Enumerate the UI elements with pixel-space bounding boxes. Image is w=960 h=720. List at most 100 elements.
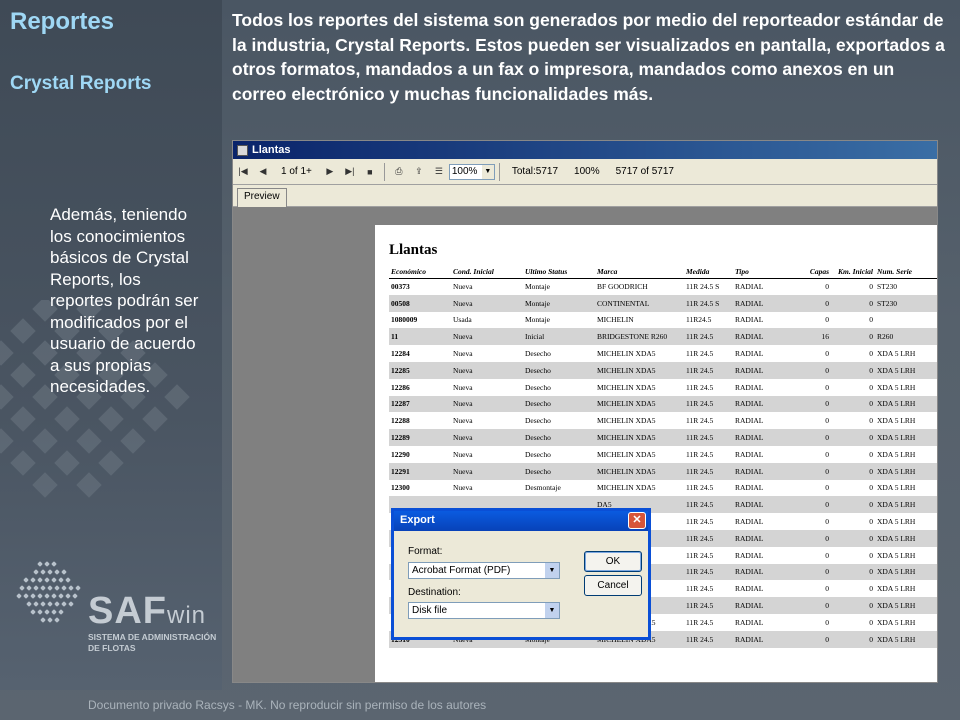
total-records: Total:5717 [511, 166, 559, 177]
ok-button[interactable]: OK [584, 551, 642, 572]
logo-dot [30, 577, 36, 583]
table-cell: 0 [825, 282, 829, 292]
report-title: Llantas [389, 242, 438, 258]
logo-dot [40, 585, 46, 591]
chevron-down-icon: ▼ [481, 164, 494, 179]
table-cell: 12285 [389, 361, 451, 379]
slide-title: Reportes [10, 8, 115, 35]
table-cell: RADIAL [735, 483, 764, 493]
logo-dot [37, 593, 43, 599]
table-cell: 0 [831, 361, 875, 379]
table-cell: 11R 24.5 [684, 529, 733, 547]
table-cell: Nueva [453, 349, 473, 359]
table-cell: 12286 [391, 382, 410, 392]
table-cell: XDA 5 LRH [875, 597, 937, 614]
table-cell: 0 [831, 630, 875, 648]
table-cell: ST230 [877, 282, 898, 292]
logo-dot [44, 577, 50, 583]
table-cell: XDA 5 LRH [877, 416, 916, 426]
table-cell: XDA 5 LRH [877, 517, 916, 527]
close-icon[interactable]: ✕ [628, 512, 646, 529]
table-cell: XDA 5 LRH [875, 462, 937, 480]
logo-dot [19, 585, 25, 591]
table-cell: Nueva [451, 462, 523, 480]
zoom-select[interactable]: 100% ▼ [448, 163, 495, 180]
logo-dot [65, 577, 71, 583]
logo-dot [30, 593, 36, 599]
table-cell: Nueva [451, 395, 523, 413]
report-toolbar: |◀ ◀ 1 of 1+ ▶ ▶| ■ ⎙ ⇪ ☰ 100% ▼ Total:5… [233, 159, 937, 185]
table-cell [875, 312, 937, 329]
table-cell: Montaje [525, 282, 550, 292]
destination-select[interactable]: Disk file ▼ [408, 602, 560, 619]
logo-dot [40, 569, 46, 575]
cancel-button[interactable]: Cancel [584, 575, 642, 596]
table-cell: XDA 5 LRH [875, 529, 937, 547]
table-cell: 0 [831, 462, 875, 480]
chevron-down-icon: ▼ [545, 603, 559, 618]
logo-dot [54, 617, 60, 623]
logo-dot [61, 585, 67, 591]
chevron-down-icon: ▼ [545, 563, 559, 578]
table-cell: 00508 [389, 294, 451, 312]
previous-page-icon[interactable]: ◀ [253, 162, 273, 182]
logo-dot [23, 577, 29, 583]
table-cell: Desecho [525, 349, 551, 359]
logo-dot [37, 577, 43, 583]
table-cell: 0 [796, 563, 831, 581]
logo-dot [40, 601, 46, 607]
next-page-icon[interactable]: ▶ [320, 162, 340, 182]
table-cell: 0 [825, 449, 829, 459]
table-cell: RADIAL [735, 382, 764, 392]
logo-dot [68, 585, 74, 591]
format-select[interactable]: Acrobat Format (PDF) ▼ [408, 562, 560, 579]
table-cell: 0 [869, 315, 873, 325]
table-cell: 0 [796, 361, 831, 379]
logo-dot [51, 609, 57, 615]
group-tree-icon[interactable]: ☰ [429, 162, 449, 182]
table-cell: RADIAL [735, 349, 764, 359]
table-cell: 11R 24.5 S [684, 294, 733, 312]
table-cell: XDA 5 LRH [877, 483, 916, 493]
table-cell: MICHELIN XDA5 [597, 449, 656, 459]
logo-dot [26, 601, 32, 607]
table-cell: 1080009 [391, 315, 418, 325]
table-row: 1080009 Usada Montaje MICHELIN 11R24.5 RADIAL… [389, 312, 937, 329]
first-page-icon[interactable]: |◀ [233, 162, 253, 182]
table-cell: RADIAL [733, 496, 796, 514]
logo-dot [16, 593, 22, 599]
table-cell: 16 [796, 328, 831, 346]
table-cell: Desecho [525, 382, 551, 392]
destination-label: Destination: [408, 587, 461, 598]
table-cell: RADIAL [733, 563, 796, 581]
stop-icon[interactable]: ■ [360, 162, 380, 182]
table-cell: 0 [869, 617, 873, 627]
table-cell: XDA 5 LRH [877, 584, 916, 594]
logo-dot [30, 609, 36, 615]
export-icon[interactable]: ⇪ [409, 162, 429, 182]
table-cell: 0 [796, 294, 831, 312]
table-cell: 11R 24.5 [686, 584, 714, 594]
table-cell: XDA 5 LRH [877, 349, 916, 359]
destination-value: Disk file [412, 605, 448, 616]
table-cell: RADIAL [735, 550, 764, 560]
table-cell: 11R 24.5 [684, 361, 733, 379]
print-icon[interactable]: ⎙ [389, 162, 409, 182]
logo-dot [61, 569, 67, 575]
column-header: Ultimo Status [523, 265, 595, 279]
column-header: Económico [389, 265, 451, 279]
table-cell: RADIAL [735, 584, 764, 594]
logo-dots-icon [10, 561, 90, 632]
table-cell: XDA 5 LRH [877, 382, 916, 392]
table-cell: 11R 24.5 S [686, 282, 720, 292]
table-cell: BRIDGESTONE R260 [595, 328, 684, 346]
table-row: 12291 Nueva Desecho MICHELIN XDA5 11R 24.5 RA… [389, 462, 937, 480]
table-cell: Desecho [525, 416, 551, 426]
table-cell: 0 [796, 395, 831, 413]
decorative-diamond [54, 450, 80, 476]
tab-preview[interactable]: Preview [237, 188, 287, 207]
table-cell: XDA 5 LRH [875, 395, 937, 413]
logo-dot [44, 561, 50, 567]
table-cell: MICHELIN XDA5 [595, 462, 684, 480]
last-page-icon[interactable]: ▶| [340, 162, 360, 182]
